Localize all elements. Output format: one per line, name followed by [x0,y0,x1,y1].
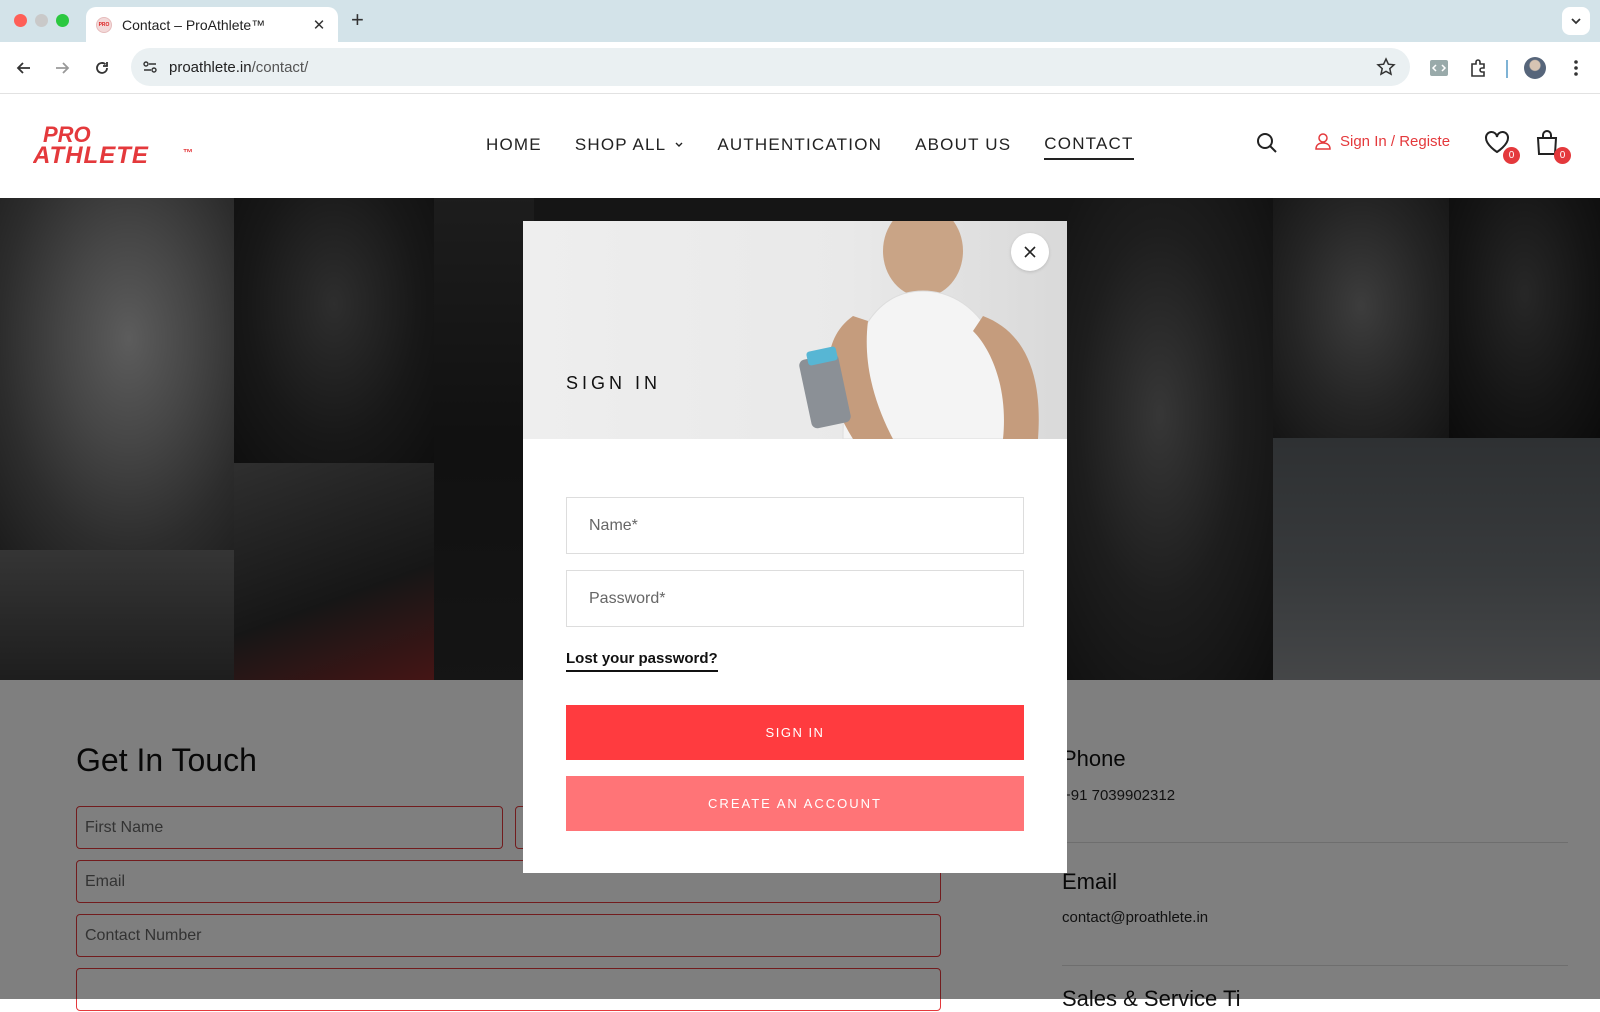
browser-menu-icon[interactable] [1562,54,1590,82]
modal-close-button[interactable] [1011,233,1049,271]
forward-arrow-icon[interactable] [48,54,76,82]
search-icon[interactable] [1256,132,1278,159]
browser-tab-bar: PRO Contact – ProAthlete™ ✕ + [0,0,1600,43]
reload-icon[interactable] [88,54,116,82]
site-header: PRO ATHLETE ™ HOME SHOP ALL AUTHENTICATI… [0,94,1600,198]
close-window-button[interactable] [14,14,27,27]
athlete-with-shaker-image [799,221,1039,439]
lost-password-link[interactable]: Lost your password? [566,650,718,672]
name-input[interactable]: Name* [566,497,1024,554]
favicon-icon: PRO [96,17,112,33]
svg-text:ATHLETE: ATHLETE [33,142,149,166]
address-bar[interactable]: proathlete.in/contact/ [131,48,1410,86]
browser-tab[interactable]: PRO Contact – ProAthlete™ ✕ [86,7,338,43]
wishlist-count-badge: 0 [1503,147,1520,164]
sign-in-modal: SIGN IN Name* Password* Lost your passwo… [523,221,1067,873]
back-arrow-icon[interactable] [10,54,38,82]
svg-text:™: ™ [183,148,193,159]
create-account-button[interactable]: CREATE AN ACCOUNT [566,776,1024,831]
user-icon [1315,133,1331,150]
nav-home[interactable]: HOME [486,134,542,160]
nav-about-us[interactable]: ABOUT US [915,134,1011,160]
nav-contact[interactable]: CONTACT [1044,134,1134,160]
url-text: proathlete.in/contact/ [169,58,309,76]
minimize-window-button[interactable] [35,14,48,27]
cart-count-badge: 0 [1554,147,1571,164]
cart-bag-icon[interactable]: 0 [1535,130,1571,164]
proathlete-logo[interactable]: PRO ATHLETE ™ [32,122,198,169]
chevron-down-icon [675,142,683,147]
main-navigation: HOME SHOP ALL AUTHENTICATION ABOUT US CO… [486,134,1167,160]
toolbar-divider [1506,60,1508,78]
site-settings-icon[interactable] [137,54,163,80]
devtools-extension-icon[interactable] [1425,54,1453,82]
password-input[interactable]: Password* [566,570,1024,627]
tab-title: Contact – ProAthlete™ [122,17,266,33]
new-tab-icon[interactable]: + [351,8,364,32]
extensions-puzzle-icon[interactable] [1464,54,1492,82]
bookmark-star-icon[interactable] [1376,57,1396,82]
nav-shop-all[interactable]: SHOP ALL [575,134,685,160]
nav-authentication[interactable]: AUTHENTICATION [717,134,882,160]
profile-avatar[interactable] [1521,54,1549,82]
modal-header-image: SIGN IN [523,221,1067,439]
wishlist-heart-icon[interactable]: 0 [1484,130,1520,164]
maximize-window-button[interactable] [56,14,69,27]
sign-in-button[interactable]: SIGN IN [566,705,1024,760]
sign-in-register-label: Sign In / Registe [1340,132,1451,150]
tab-close-icon[interactable]: ✕ [310,16,328,34]
modal-title: SIGN IN [566,373,662,393]
tab-search-chevron-icon[interactable] [1562,7,1590,35]
close-icon [1024,246,1036,258]
sign-in-register-link[interactable]: Sign In / Registe [1314,132,1450,150]
browser-toolbar: proathlete.in/contact/ [0,42,1600,94]
